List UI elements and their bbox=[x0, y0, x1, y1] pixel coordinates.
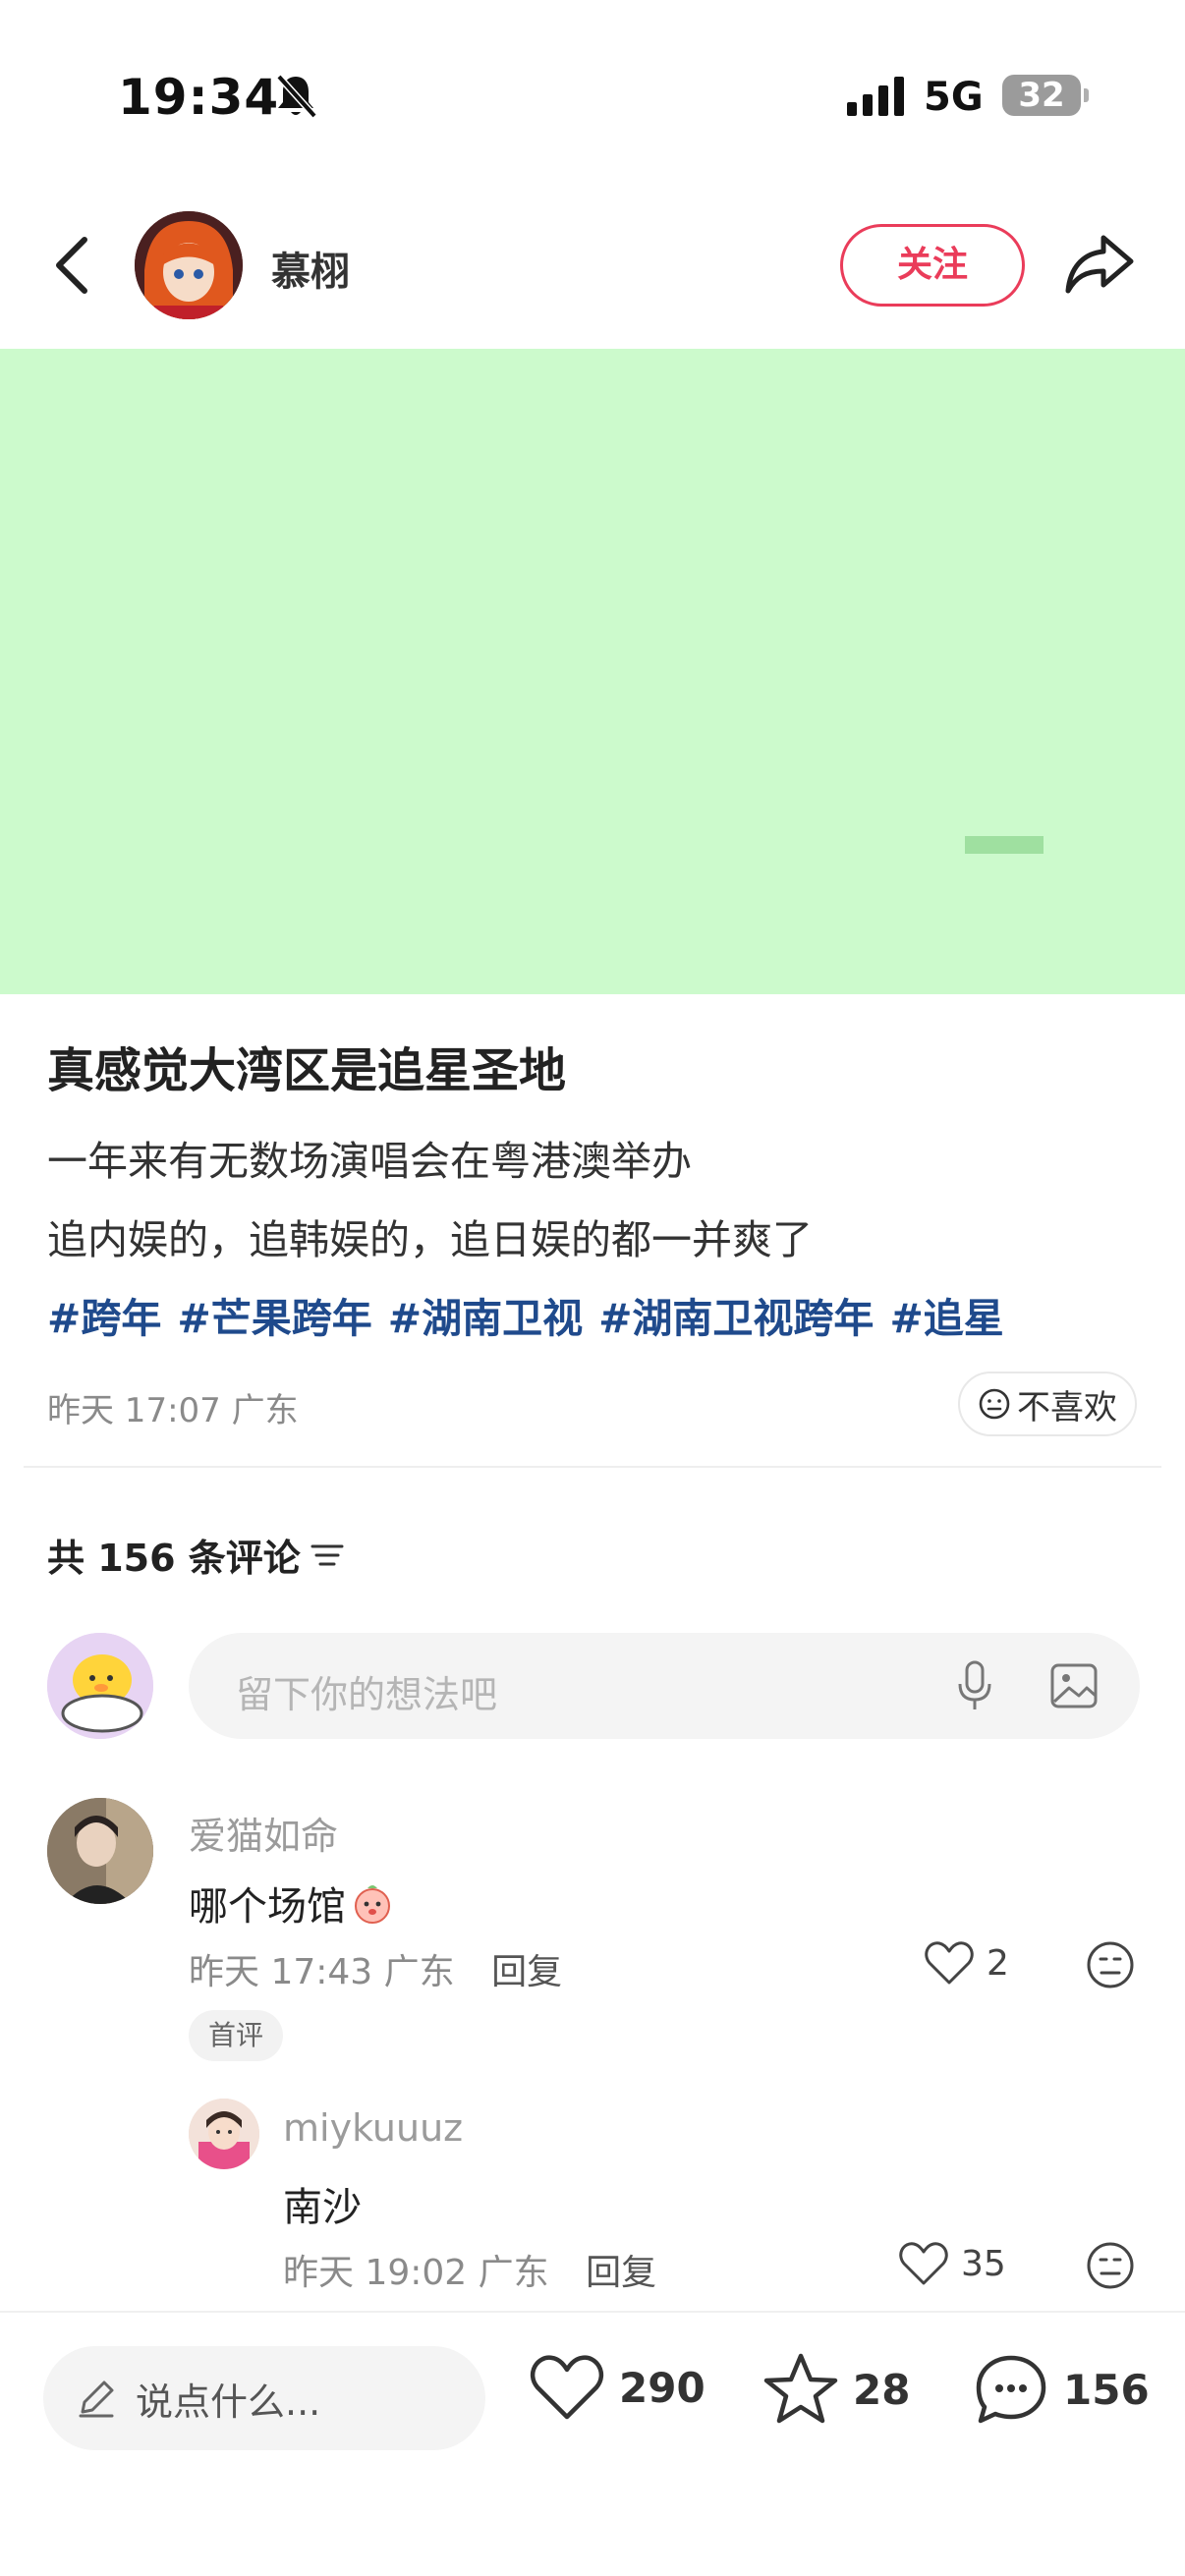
comment-like-button[interactable]: 2 bbox=[924, 1939, 1009, 1987]
post-image[interactable] bbox=[0, 349, 1185, 994]
dislike-label: 不喜欢 bbox=[1017, 1387, 1117, 1428]
signal-bars-icon bbox=[847, 77, 904, 116]
post-header: 慕栩 关注 bbox=[0, 196, 1185, 334]
comment-text: 哪个场馆 bbox=[189, 1875, 395, 1932]
post-title: 真感觉大湾区是追星圣地 bbox=[47, 1043, 567, 1098]
sort-icon[interactable] bbox=[310, 1541, 344, 1569]
speech-bubble-icon bbox=[976, 2355, 1046, 2424]
like-count: 290 bbox=[619, 2363, 705, 2412]
status-time: 19:34 bbox=[118, 69, 280, 126]
chevron-left-icon[interactable] bbox=[51, 234, 94, 297]
hashtag-link[interactable]: #跨年 bbox=[47, 1285, 161, 1344]
hashtag-link[interactable]: #芒果跨年 bbox=[177, 1285, 371, 1344]
favorite-count: 28 bbox=[853, 2365, 911, 2414]
pencil-icon bbox=[79, 2380, 114, 2418]
comment-meta: 昨天 17:43 广东 回复 bbox=[189, 1943, 562, 1994]
say-something-input[interactable]: 说点什么... bbox=[43, 2346, 485, 2450]
image-indicator bbox=[965, 836, 1044, 854]
heart-icon bbox=[899, 2242, 948, 2285]
comment-input[interactable]: 留下你的想法吧 bbox=[189, 1633, 1140, 1739]
reply-button[interactable]: 回复 bbox=[586, 2253, 656, 2293]
post-tags: #跨年 #芒果跨年 #湖南卫视 #湖南卫视跨年 #追星 bbox=[47, 1285, 1004, 1344]
bottom-action-bar: 说点什么... 290 28 156 bbox=[0, 2311, 1185, 2576]
bell-muted-icon bbox=[276, 74, 317, 119]
comments-count-label: 共 156 条评论 bbox=[47, 1537, 301, 1580]
commenter-avatar[interactable] bbox=[189, 2099, 259, 2169]
dislike-button[interactable]: 不喜欢 bbox=[958, 1372, 1137, 1436]
comment-like-button[interactable]: 35 bbox=[898, 2240, 1006, 2287]
battery-indicator: 32 bbox=[1002, 75, 1089, 116]
author-avatar[interactable] bbox=[135, 211, 243, 319]
neutral-face-icon bbox=[979, 1388, 1010, 1420]
comment-text-content: 哪个场馆 bbox=[189, 1884, 346, 1930]
post-timestamp: 昨天 17:07 广东 bbox=[47, 1391, 299, 1430]
first-comment-badge: 首评 bbox=[189, 2010, 283, 2061]
commenter-name[interactable]: miykuuuz bbox=[283, 2106, 463, 2150]
commenter-name[interactable]: 爱猫如命 bbox=[189, 1806, 338, 1860]
divider bbox=[24, 1466, 1161, 1468]
comment-text-content: 南沙 bbox=[283, 2185, 362, 2230]
comment-time: 昨天 17:43 广东 bbox=[189, 1952, 455, 1992]
comment-like-count: 2 bbox=[987, 1942, 1009, 1984]
commenter-avatar[interactable] bbox=[47, 1798, 153, 1904]
hashtag-link[interactable]: #湖南卫视 bbox=[388, 1285, 583, 1344]
neutral-face-icon[interactable] bbox=[1085, 1939, 1136, 1990]
reply-button[interactable]: 回复 bbox=[491, 1952, 562, 1992]
favorite-button[interactable]: 28 bbox=[762, 2352, 910, 2427]
like-button[interactable]: 290 bbox=[529, 2352, 705, 2423]
image-icon[interactable] bbox=[1049, 1662, 1099, 1709]
follow-button[interactable]: 关注 bbox=[840, 224, 1025, 307]
hashtag-link[interactable]: #湖南卫视跨年 bbox=[598, 1285, 874, 1344]
network-type: 5G bbox=[924, 75, 984, 120]
heart-icon bbox=[925, 1941, 974, 1985]
peach-emoji-icon bbox=[355, 1885, 390, 1924]
share-arrow-icon[interactable] bbox=[1064, 232, 1135, 297]
comment-text: 南沙 bbox=[283, 2175, 362, 2232]
microphone-icon[interactable] bbox=[955, 1660, 994, 1713]
comments-count[interactable]: 共 156 条评论 bbox=[47, 1528, 344, 1582]
comment-meta: 昨天 19:02 广东 回复 bbox=[283, 2244, 656, 2295]
comment-time: 昨天 19:02 广东 bbox=[283, 2253, 549, 2293]
comment-count: 156 bbox=[1063, 2365, 1150, 2414]
my-avatar[interactable] bbox=[47, 1633, 153, 1739]
status-bar: 19:34 5G 32 bbox=[0, 0, 1185, 187]
star-icon bbox=[763, 2353, 838, 2424]
comment-like-count: 35 bbox=[961, 2243, 1006, 2284]
heart-icon bbox=[530, 2355, 604, 2420]
post-body-line: 一年来有无数场演唱会在粤港澳举办 bbox=[47, 1138, 692, 1185]
say-something-placeholder: 说点什么... bbox=[136, 2380, 321, 2424]
hashtag-link[interactable]: #追星 bbox=[889, 1285, 1003, 1344]
comment-button[interactable]: 156 bbox=[973, 2352, 1150, 2427]
author-name[interactable]: 慕栩 bbox=[271, 240, 350, 297]
neutral-face-icon[interactable] bbox=[1085, 2240, 1136, 2291]
post-body-line: 追内娱的，追韩娱的，追日娱的都一并爽了 bbox=[47, 1216, 813, 1263]
comment-input-placeholder: 留下你的想法吧 bbox=[236, 1673, 498, 1716]
